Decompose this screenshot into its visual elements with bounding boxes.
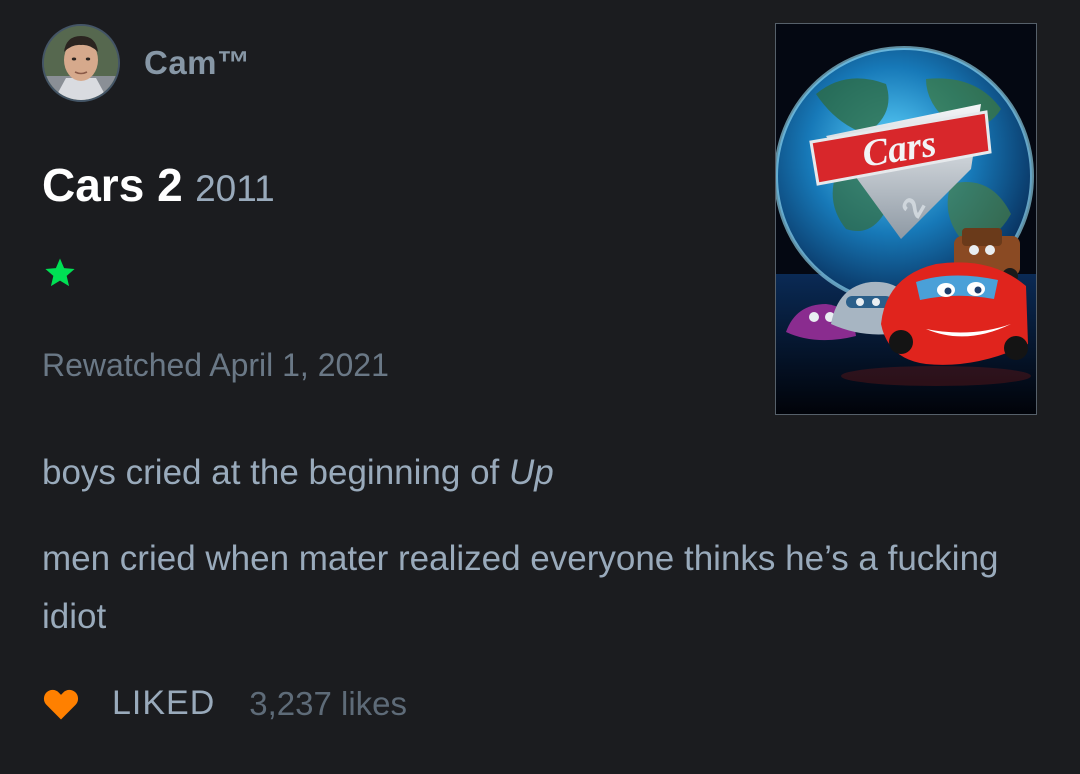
film-poster[interactable]: Cars 2 [775, 23, 1037, 415]
review-paragraph: men cried when mater realized everyone t… [42, 539, 999, 636]
film-year[interactable]: 2011 [195, 168, 275, 209]
review-film-reference: Up [508, 453, 554, 492]
review-paragraph: boys cried at the beginning of Up [42, 444, 1042, 502]
film-heading: Cars 2 2011 [42, 158, 275, 212]
avatar[interactable] [42, 24, 120, 102]
watch-date[interactable]: Rewatched April 1, 2021 [42, 347, 389, 384]
liked-label[interactable]: LIKED [112, 684, 215, 723]
avatar-image [44, 26, 118, 100]
review-text: boys cried at the beginning of [42, 453, 509, 492]
poster-artwork: Cars 2 [776, 24, 1036, 414]
username[interactable]: Cam™ [144, 44, 251, 82]
review-header: Cam™ [42, 24, 251, 102]
review-body: boys cried at the beginning of Up men cr… [42, 444, 1042, 674]
like-row: LIKED 3,237 likes [42, 684, 407, 723]
heart-icon[interactable] [42, 687, 80, 721]
like-count[interactable]: 3,237 likes [249, 685, 407, 723]
film-title[interactable]: Cars 2 [42, 159, 183, 211]
star-icon [45, 258, 75, 287]
